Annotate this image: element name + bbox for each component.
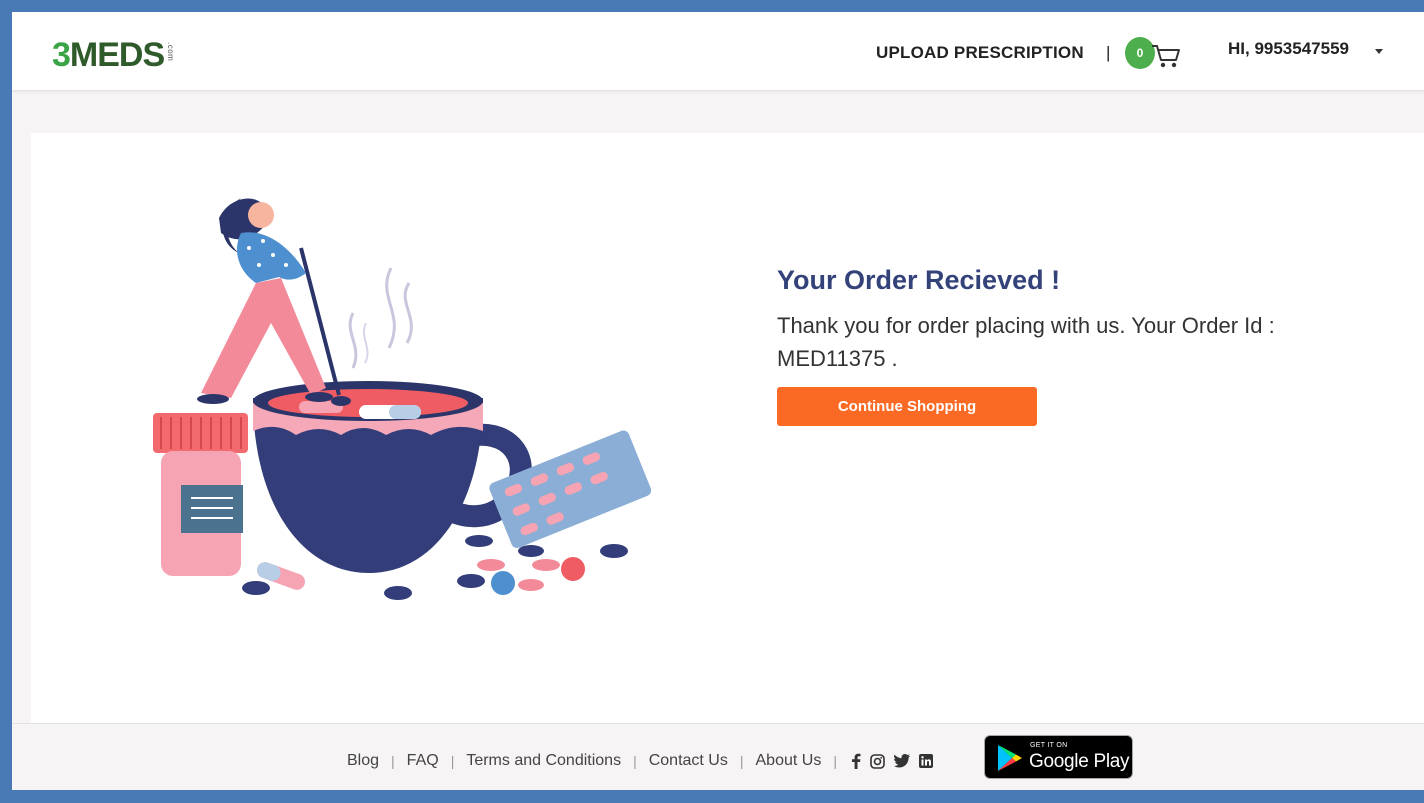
google-play-small-text: GET IT ON [1030, 742, 1068, 749]
order-confirmation-card: Your Order Recieved ! Thank you for orde… [31, 133, 1424, 723]
user-menu-toggle[interactable]: HI, 9953547559 [1228, 39, 1349, 59]
order-received-title: Your Order Recieved ! [777, 265, 1061, 295]
google-play-text: Google Play [1029, 751, 1130, 772]
social-links [851, 753, 933, 769]
nav-separator: | [1106, 43, 1111, 62]
order-illustration [153, 198, 651, 600]
google-play-icon [998, 745, 1022, 771]
continue-shopping-button[interactable]: Continue Shopping [777, 387, 1037, 426]
linkedin-icon[interactable] [918, 754, 933, 768]
thank-you-text: Thank you for order placing with us. You… [777, 313, 1275, 338]
twitter-icon[interactable] [893, 754, 910, 768]
footer-separator: | [739, 753, 744, 769]
chevron-down-icon[interactable] [1375, 49, 1383, 54]
footer-link-faq[interactable]: FAQ [407, 752, 439, 770]
site-footer: Blog | FAQ | Terms and Conditions | Cont… [12, 723, 1424, 790]
order-id: MED11375 . [777, 346, 898, 371]
google-play-badge[interactable]: GET IT ON Google Play [984, 735, 1133, 779]
footer-link-about[interactable]: About Us [756, 752, 822, 770]
footer-separator: | [391, 753, 395, 769]
footer-separator: | [633, 753, 637, 769]
facebook-icon[interactable] [851, 753, 861, 769]
order-confirmation-message: Thank you for order placing with us. You… [777, 309, 1377, 375]
logo-suffix: .com [166, 42, 175, 62]
footer-link-blog[interactable]: Blog [347, 752, 379, 770]
footer-links: Blog | FAQ | Terms and Conditions | Cont… [347, 752, 933, 770]
instagram-icon[interactable] [870, 753, 885, 769]
upload-prescription-link[interactable]: UPLOAD PRESCRIPTION [876, 43, 1084, 63]
footer-separator: | [833, 753, 837, 769]
footer-separator: | [450, 753, 455, 769]
cart-icon[interactable] [1151, 43, 1181, 69]
footer-link-contact[interactable]: Contact Us [649, 752, 728, 770]
top-navbar: 3MEDS .com UPLOAD PRESCRIPTION | 0 HI, 9… [12, 12, 1424, 91]
footer-link-terms[interactable]: Terms and Conditions [466, 752, 621, 770]
browser-viewport: 3MEDS .com UPLOAD PRESCRIPTION | 0 HI, 9… [12, 12, 1424, 790]
site-logo[interactable]: 3MEDS [52, 38, 165, 72]
